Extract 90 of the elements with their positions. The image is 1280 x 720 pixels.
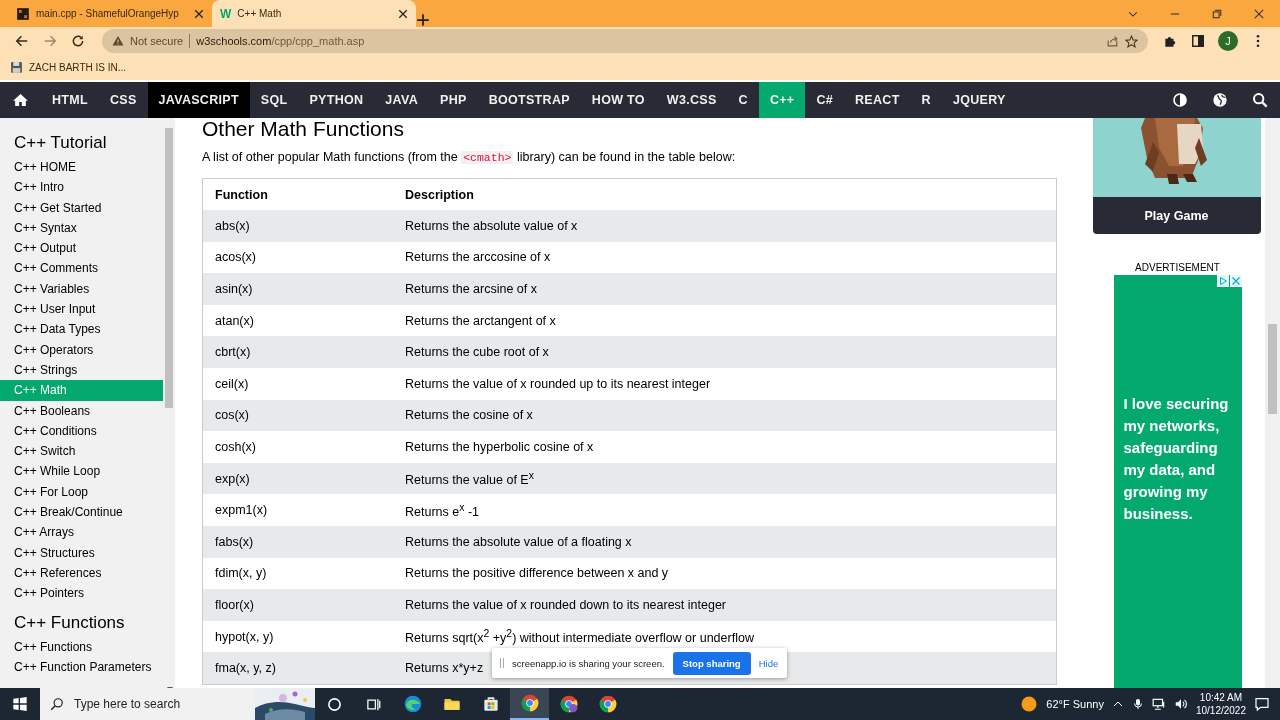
- table-cell: abs(x): [202, 210, 393, 242]
- table-cell: hypot(x, y): [202, 620, 393, 653]
- table-cell: Returns the value of E$^{x}$: [393, 462, 1057, 495]
- table-cell: Returns the cube root of x: [393, 336, 1057, 368]
- site-logo-icon: W: [220, 6, 232, 21]
- sidebar-link[interactable]: C++ HOME: [0, 157, 163, 178]
- sidebar-link[interactable]: C++ Syntax: [0, 217, 163, 239]
- sidebar-link[interactable]: C++ Operators: [0, 339, 163, 360]
- sidebar-link[interactable]: C++ While Loop: [0, 461, 163, 482]
- table-cell: fma(x, y, z): [202, 652, 393, 685]
- advertisement-label: ADVERTISEMENT: [1135, 262, 1220, 273]
- nav-link[interactable]: CSS: [98, 82, 148, 118]
- url-text: w3schools.com/cpp/cpp_math.asp: [196, 35, 365, 47]
- nav-link[interactable]: JAVA: [374, 82, 430, 118]
- nav-link[interactable]: PHP: [429, 82, 478, 118]
- clock[interactable]: 10:42 AM 10/12/2022: [1195, 691, 1246, 717]
- nav-link[interactable]: SQL: [249, 82, 299, 118]
- sidebar-link[interactable]: C++ User Input: [0, 299, 163, 320]
- nav-link[interactable]: C#: [805, 82, 844, 118]
- profile-avatar[interactable]: J: [1218, 31, 1238, 51]
- table-cell: Returns the cosine of x: [393, 399, 1057, 432]
- bookmark-link[interactable]: ZACH BARTH IS IN...: [29, 62, 127, 73]
- nav-link[interactable]: C: [727, 82, 759, 118]
- sidebar-link[interactable]: C++ Function Parameters: [0, 656, 163, 678]
- table-cell: Returns the absolute value of x: [393, 210, 1057, 242]
- sidebar-link[interactable]: C++ Arrays: [0, 522, 163, 543]
- nav-link[interactable]: HTML: [41, 82, 99, 118]
- sidebar-link[interactable]: C++ Output: [0, 238, 163, 259]
- taskbar-search-field[interactable]: Type here to search: [40, 688, 255, 720]
- sidebar-link[interactable]: C++ Structures: [0, 542, 163, 563]
- table-cell: acos(x): [202, 241, 393, 274]
- sidebar-link[interactable]: C++ Intro: [0, 177, 163, 198]
- browser-tab[interactable]: main.cpp - ShamefulOrangeHyp: [8, 0, 212, 27]
- play-game-button[interactable]: Play Game: [1092, 197, 1261, 234]
- nav-link[interactable]: PYTHON: [298, 82, 375, 118]
- nav-link[interactable]: REACT: [844, 82, 911, 118]
- table-cell: Returns sqrt(x$^{2}$ +y$^{2}$) without intermediate overflow or underflow: [393, 620, 1057, 653]
- nav-link[interactable]: W3.CSS: [655, 82, 728, 118]
- stop-sharing-button[interactable]: Stop sharing: [672, 651, 751, 675]
- table-cell: floor(x): [202, 589, 393, 621]
- sidebar-link[interactable]: C++ Booleans: [0, 400, 163, 421]
- table-cell: Returns the absolute value of a floating x: [393, 525, 1057, 558]
- nav-link[interactable]: JQUERY: [941, 82, 1017, 118]
- sidebar-link[interactable]: C++ Comments: [0, 258, 163, 279]
- sidebar-link[interactable]: C++ Data Types: [0, 319, 163, 340]
- table-cell: Returns the value of x rounded up to its nearest integer: [393, 367, 1057, 400]
- sidebar-link[interactable]: C++ Strings: [0, 359, 163, 381]
- sidebar-heading: C++ Functions: [13, 611, 126, 634]
- address-bar[interactable]: Not secure w3schools.com/cpp/cpp_math.asp: [102, 29, 1148, 53]
- intro-text: A list of other popular Math functions (from the <cmath> library) can be found in the table below:: [202, 150, 737, 164]
- sidebar-link[interactable]: C++ Get Started: [0, 197, 163, 218]
- table-cell: cos(x): [202, 399, 393, 432]
- sidebar-link[interactable]: C++ References: [0, 562, 163, 584]
- table-cell: fdim(x, y): [202, 557, 393, 590]
- nav-link[interactable]: HOW TO: [580, 82, 656, 118]
- nav-link[interactable]: BOOTSTRAP: [477, 82, 581, 118]
- browser-tab[interactable]: W C++ Math: [212, 0, 416, 27]
- table-cell: Returns the arccosine of x: [393, 241, 1057, 274]
- nav-link[interactable]: JAVASCRIPT: [147, 82, 250, 118]
- sidebar-heading: C++ Tutorial: [13, 132, 108, 154]
- table-cell: Returns the positive difference between x and y: [393, 557, 1057, 590]
- table-cell: Returns e$^{x}$ -1: [393, 494, 1057, 526]
- security-label: Not secure: [130, 35, 184, 47]
- nav-link[interactable]: R: [910, 82, 942, 118]
- table-cell: Returns the hyperbolic cosine of x: [393, 431, 1057, 463]
- column-header: Function: [202, 178, 393, 210]
- table-cell: atan(x): [202, 304, 393, 337]
- sidebar-link[interactable]: C++ Break/Continue: [0, 502, 163, 523]
- page-heading: Other Math Functions: [202, 118, 405, 142]
- table-cell: expm1(x): [202, 494, 393, 526]
- sidebar-link[interactable]: C++ Switch: [0, 441, 163, 462]
- sidebar-link[interactable]: C++ For Loop: [0, 481, 163, 503]
- hide-link[interactable]: Hide: [758, 657, 779, 669]
- advertisement-text: I love securing my networks, safeguarding my data, and growing my business.: [1123, 395, 1229, 522]
- sidebar-link[interactable]: C++ Pointers: [0, 583, 163, 604]
- sidebar-link[interactable]: C++ Conditions: [0, 420, 163, 442]
- table-cell: exp(x): [202, 462, 393, 495]
- sidebar-link[interactable]: C++ Functions: [0, 636, 163, 657]
- table-cell: asin(x): [202, 273, 393, 305]
- table-cell: cbrt(x): [202, 336, 393, 368]
- sidebar-link[interactable]: C++ Variables: [0, 278, 163, 300]
- table-cell: fabs(x): [202, 525, 393, 558]
- table-cell: Returns the arctangent of x: [393, 304, 1057, 337]
- table-cell: cosh(x): [202, 431, 393, 463]
- column-header: Description: [393, 178, 1057, 210]
- table-cell: Returns the arcsine of x: [393, 273, 1057, 305]
- table-cell: Returns the value of x rounded down to its nearest integer: [393, 589, 1057, 621]
- share-message: screenapp.io is sharing your screen.: [512, 657, 665, 669]
- weather-text[interactable]: 62°F Sunny: [1046, 698, 1104, 710]
- table-cell: ceil(x): [202, 367, 393, 400]
